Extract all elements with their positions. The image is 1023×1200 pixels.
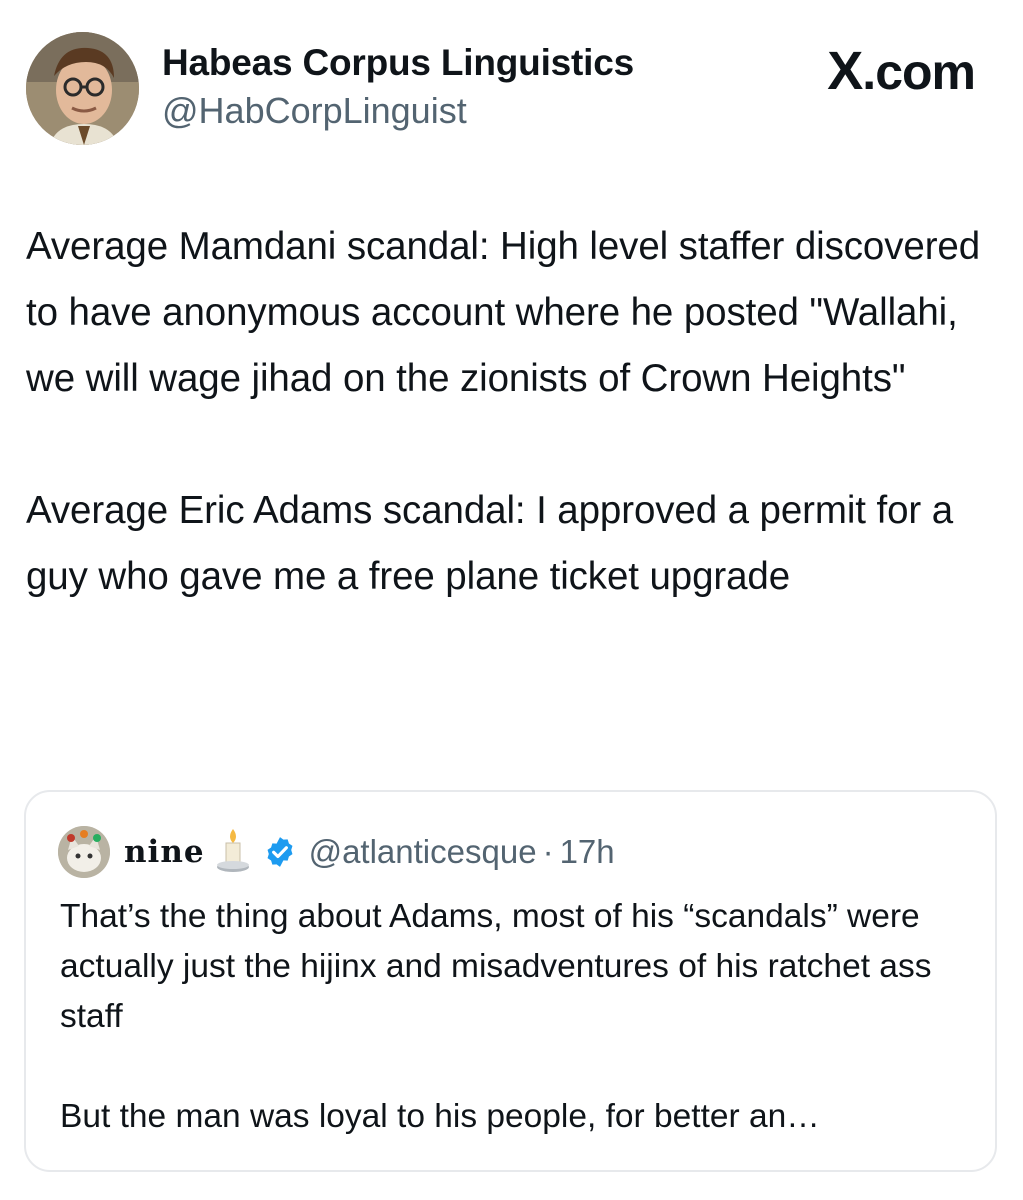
quoted-author-name[interactable]: nine [124, 834, 205, 870]
brand-suffix: .com [862, 44, 976, 100]
quoted-paragraph: That’s the thing about Adams, most of hi… [60, 898, 932, 1035]
verified-badge-icon [267, 837, 293, 867]
quoted-header: nine @atlanticesque · 17h [124, 826, 615, 878]
quoted-text: That’s the thing about Adams, most of hi… [60, 892, 980, 1142]
x-com-logo: X.com [827, 40, 976, 102]
avatar[interactable] [26, 32, 139, 145]
tweet-text: Average Mamdani scandal: High level staf… [26, 214, 1006, 610]
x-logo-icon: X [827, 41, 863, 101]
quoted-author-handle[interactable]: @atlanticesque [309, 833, 537, 871]
quoted-paragraph: But the man was loyal to his people, for… [60, 1098, 820, 1135]
separator-dot: · [542, 833, 554, 870]
tweet-paragraph: Average Mamdani scandal: High level staf… [26, 225, 981, 400]
quoted-tweet[interactable]: nine @atlanticesque · 17h That’s the thi… [24, 790, 997, 1172]
quoted-timestamp[interactable]: 17h [560, 833, 615, 871]
candle-icon [216, 829, 249, 872]
quoted-avatar[interactable] [58, 826, 110, 878]
author-handle[interactable]: @HabCorpLinguist [162, 90, 467, 132]
tweet-paragraph: Average Eric Adams scandal: I approved a… [26, 489, 954, 598]
author-name[interactable]: Habeas Corpus Linguistics [162, 42, 634, 84]
